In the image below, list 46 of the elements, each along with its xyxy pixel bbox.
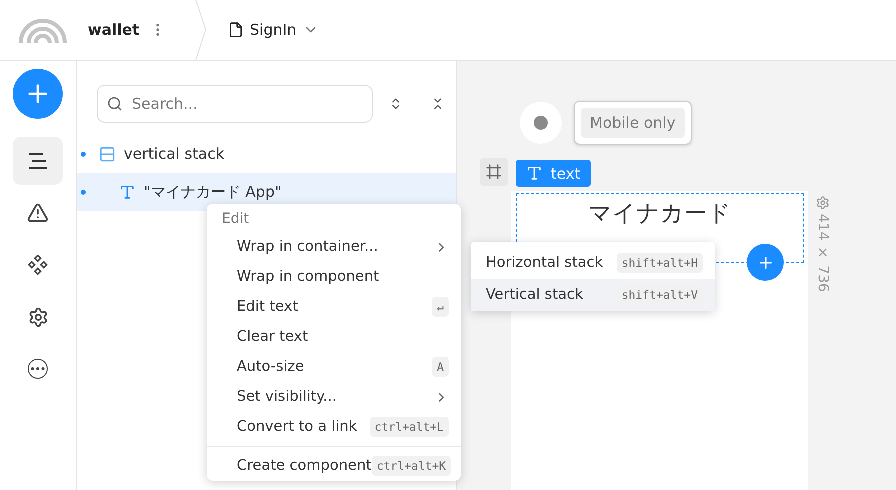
- shortcut-key: A: [432, 357, 449, 377]
- components-icon: [28, 255, 48, 275]
- warning-icon: [27, 202, 49, 224]
- frame-size: 414 × 736: [815, 214, 831, 292]
- text-icon: [119, 184, 136, 200]
- rainbow-logo-icon: [18, 17, 68, 43]
- layer-label: "マイナカード App": [144, 182, 282, 202]
- menu-heading: Edit: [221, 210, 250, 229]
- add-button[interactable]: [13, 69, 63, 119]
- search-field[interactable]: Search...: [97, 85, 373, 123]
- menu-item[interactable]: Clear text: [207, 322, 461, 352]
- frame-icon: [486, 164, 502, 180]
- page-selector[interactable]: SignIn: [224, 17, 323, 43]
- shortcut-key: ctrl+alt+K: [372, 456, 452, 476]
- menu-item[interactable]: Wrap in component: [207, 262, 461, 292]
- shortcut-key: ctrl+alt+L: [370, 417, 449, 437]
- shortcut-key: shift+alt+V: [616, 285, 703, 305]
- menu-item[interactable]: Auto-size A: [207, 352, 461, 382]
- layers-icon: [27, 152, 49, 170]
- bullet-icon: [81, 152, 86, 156]
- layer-row[interactable]: vertical stack: [77, 135, 456, 173]
- shortcut-key: ↵: [432, 297, 449, 317]
- shortcut-key: shift+alt+H: [616, 253, 703, 273]
- dot-icon: [533, 115, 549, 131]
- toggle-circle[interactable]: [520, 102, 562, 144]
- settings-icon: [28, 306, 48, 328]
- frame-button[interactable]: [480, 158, 508, 186]
- project-name: wallet: [88, 21, 140, 39]
- menu-item[interactable]: Create component ctrl+alt+K: [207, 451, 461, 481]
- stack-icon: [99, 146, 116, 162]
- more-icon: [28, 359, 48, 379]
- file-icon: [228, 22, 244, 38]
- sidebar-button[interactable]: [13, 137, 63, 185]
- bullet-icon: [81, 190, 86, 194]
- menu-item[interactable]: Wrap in container...: [207, 232, 461, 262]
- canvas-text: マイナカード: [588, 200, 732, 228]
- search-icon: [107, 96, 123, 112]
- text-icon: [526, 165, 543, 182]
- menu-item[interactable]: Edit text ↵: [207, 292, 461, 322]
- menu-item[interactable]: Vertical stack shift+alt+V: [471, 279, 715, 311]
- layer-label: vertical stack: [124, 145, 225, 163]
- settings-icon[interactable]: [816, 196, 830, 210]
- breakpoint-chip[interactable]: Mobile only: [581, 108, 685, 138]
- menu-item[interactable]: Horizontal stack shift+alt+H: [471, 247, 715, 279]
- menu-item[interactable]: Convert to a link ctrl+alt+L: [207, 412, 461, 442]
- menu-item[interactable]: Set visibility...: [207, 382, 461, 412]
